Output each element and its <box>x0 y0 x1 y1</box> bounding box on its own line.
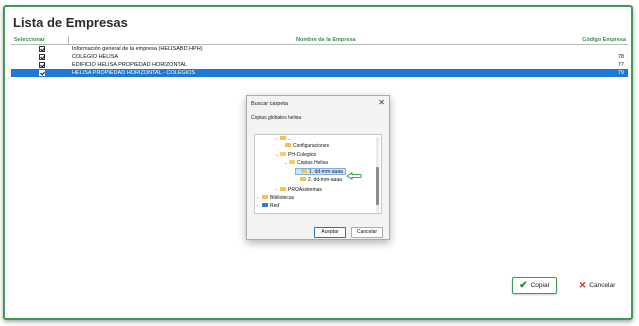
folder-icon <box>262 194 268 199</box>
close-x-icon: ✕ <box>578 280 587 290</box>
folder-icon <box>300 176 306 181</box>
page-title: Lista de Empresas <box>13 15 128 30</box>
tree-node[interactable]: ›.. <box>275 135 291 142</box>
company-name: COLEGIO HELISA <box>72 54 119 60</box>
header-code[interactable]: Código Empresa <box>582 37 626 43</box>
tree-node-label: PROAsistemas <box>288 187 322 193</box>
table-header: Seleccionar Nombre de la Empresa Código … <box>11 36 628 45</box>
copy-button[interactable]: ✔ Copiar <box>512 277 557 294</box>
company-name: HELISA PROPIEDAD HORIZONTAL - COLEGIOS <box>72 70 196 76</box>
table-row[interactable]: EDIFICIO HELISA PROPIEDAD HORIZONTAL 77 <box>11 61 628 69</box>
folder-icon <box>301 168 307 173</box>
checkbox-checked-icon <box>39 62 45 68</box>
tree-node-label: Bibliotecas <box>270 195 295 201</box>
cancel-button-label: Cancelar <box>589 282 616 289</box>
folder-open-icon <box>289 159 295 164</box>
folder-open-icon <box>280 151 286 156</box>
cancel-button[interactable]: ✕ Cancelar <box>574 277 620 294</box>
companies-table: Seleccionar Nombre de la Empresa Código … <box>11 36 628 77</box>
folder-icon <box>285 142 291 147</box>
company-name: Información general de la empresa (HELIS… <box>72 46 203 52</box>
row-checkbox[interactable] <box>39 69 45 78</box>
table-row[interactable]: COLEGIO HELISA 78 <box>11 53 628 61</box>
close-icon[interactable]: ✕ <box>378 98 385 107</box>
tree-node[interactable]: Configuraciones <box>280 142 330 150</box>
scrollbar-thumb[interactable] <box>376 167 379 205</box>
header-select[interactable]: Seleccionar <box>14 37 45 43</box>
tree-node[interactable]: › Bibliotecas <box>257 194 294 201</box>
folder-tree: ›.. Configuraciones ⌄ PH-Colegios ⌄ Copias… <box>254 134 382 214</box>
accept-button[interactable]: Aceptar <box>314 227 346 238</box>
tree-node-selected[interactable]: 1. dd-mm-aaaa <box>295 168 346 175</box>
network-icon <box>262 202 268 207</box>
checkbox-checked-icon <box>39 70 45 76</box>
tree-node-label: Configuraciones <box>293 143 330 149</box>
folder-icon <box>280 186 286 191</box>
folder-icon <box>280 135 286 140</box>
tree-node-label: Copias Helisa <box>297 160 328 166</box>
dialog-description: Copias globales helisa <box>251 115 302 121</box>
tree-node[interactable]: ⌄ PH-Colegios <box>275 151 316 158</box>
table-row-selected[interactable]: HELISA PROPIEDAD HORIZONTAL - COLEGIOS 7… <box>11 69 628 77</box>
tree-node[interactable]: › PROAsistemas <box>275 186 322 193</box>
header-name[interactable]: Nombre de la Empresa <box>296 37 356 43</box>
company-name: EDIFICIO HELISA PROPIEDAD HORIZONTAL <box>72 62 188 68</box>
dialog-cancel-button[interactable]: Cancelar <box>351 227 383 238</box>
company-code: 78 <box>617 54 624 60</box>
browse-folder-dialog: Buscar carpeta ✕ Copias globales helisa … <box>246 95 390 240</box>
tree-node-label: PH-Colegios <box>288 152 317 158</box>
checkmark-icon: ✔ <box>519 279 528 291</box>
company-code: 79 <box>617 70 624 76</box>
tree-node-label: .. <box>288 136 291 142</box>
checkbox-checked-icon <box>39 54 45 60</box>
dialog-title: Buscar carpeta <box>251 101 288 107</box>
tree-node-label: 1. dd-mm-aaaa <box>309 169 343 175</box>
tree-node-label: 2. dd-mm-aaaa <box>308 177 342 183</box>
tree-node[interactable]: ⌄ Copias Helisa <box>284 159 328 166</box>
tree-node[interactable]: › Red <box>257 202 279 209</box>
copy-button-label: Copiar <box>530 282 550 289</box>
arrow-left-icon <box>346 172 362 180</box>
tree-node-label: Red <box>270 203 280 209</box>
table-row[interactable]: Información general de la empresa (HELIS… <box>11 45 628 53</box>
column-divider[interactable] <box>68 36 69 45</box>
company-code: 77 <box>617 62 624 68</box>
tree-node[interactable]: 2. dd-mm-aaaa <box>295 176 342 184</box>
tree-scrollbar[interactable] <box>376 137 379 213</box>
checkbox-checked-icon <box>39 46 45 52</box>
